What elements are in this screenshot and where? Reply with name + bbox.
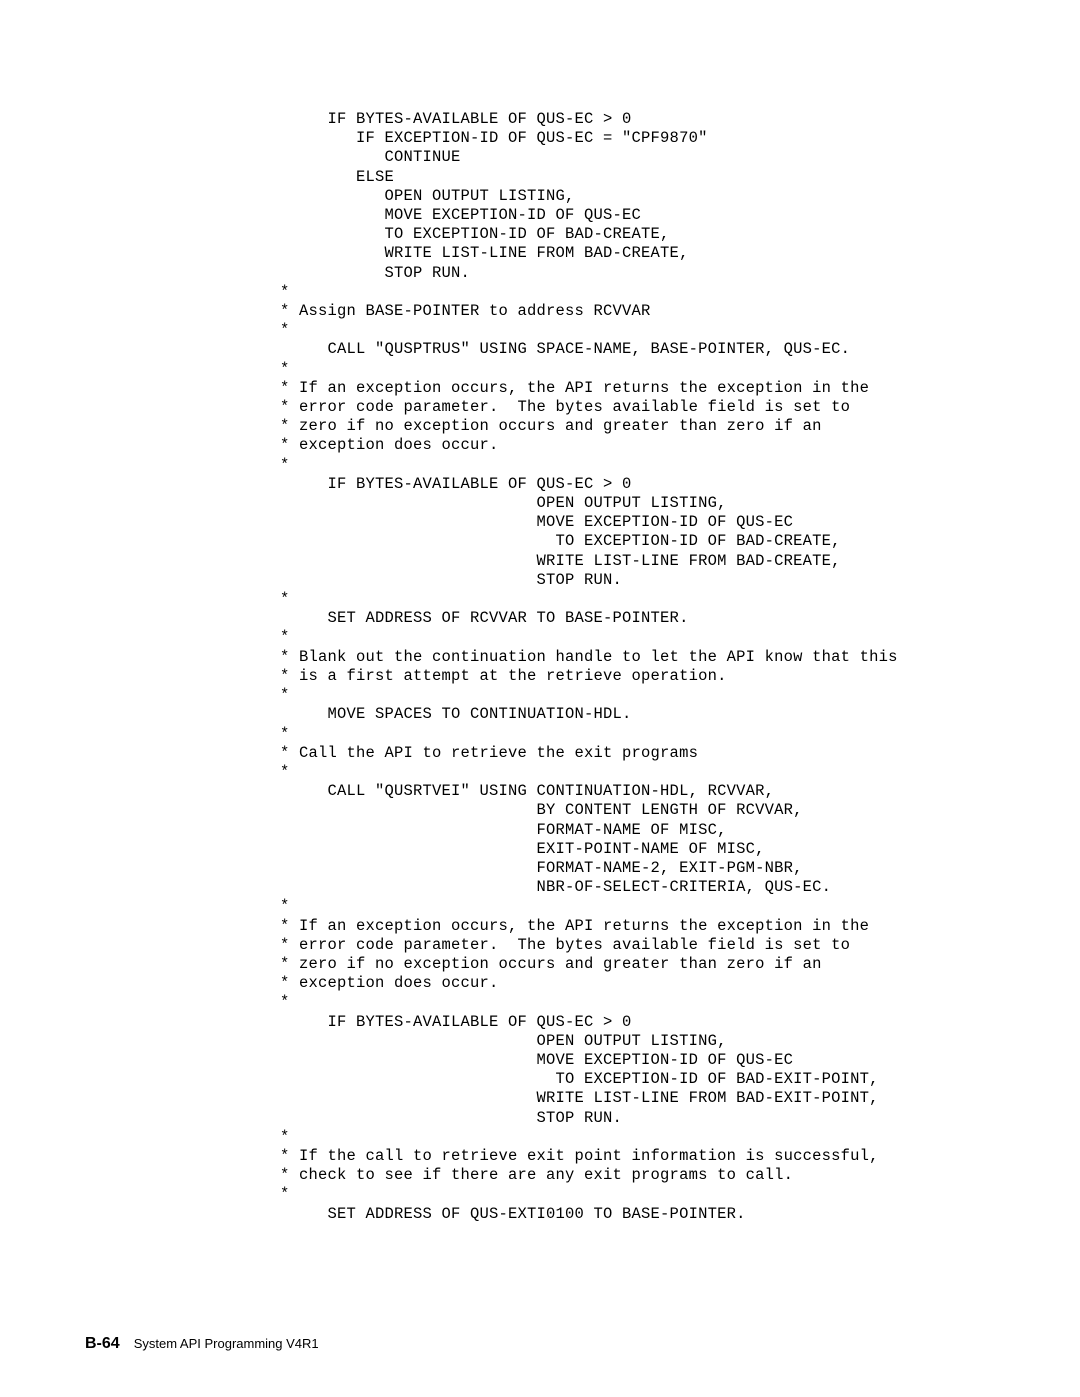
footer-title: System API Programming V4R1 (134, 1336, 319, 1351)
page-number: B-64 (85, 1335, 120, 1353)
page-footer: B-64 System API Programming V4R1 (85, 1335, 319, 1353)
code-block: IF BYTES-AVAILABLE OF QUS-EC > 0 IF EXCE… (280, 110, 995, 1224)
